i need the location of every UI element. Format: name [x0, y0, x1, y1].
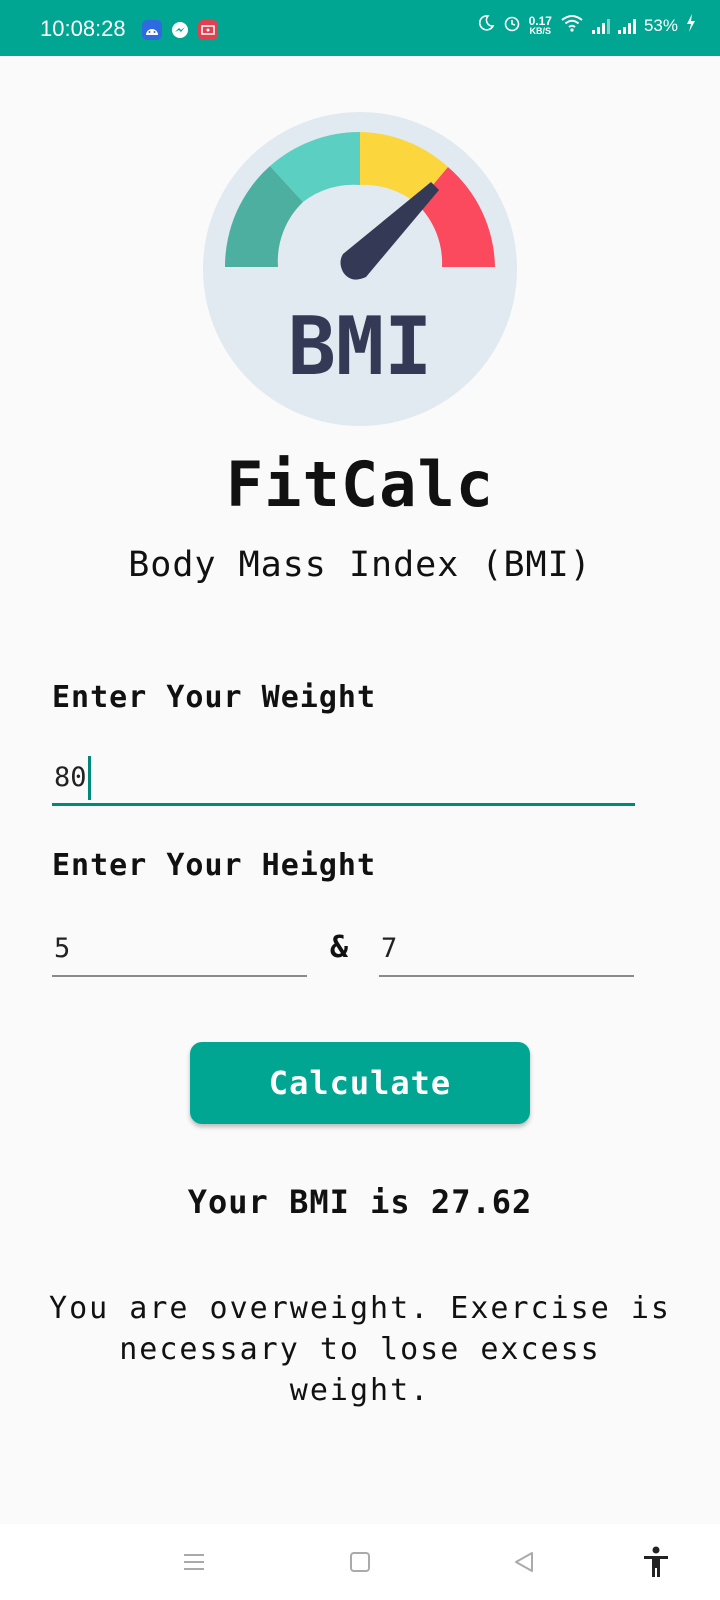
net-speed-value: 0.17 — [528, 13, 552, 28]
accessibility-icon[interactable] — [634, 1524, 678, 1600]
bmi-advice: You are overweight. Exercise is necessar… — [49, 1291, 671, 1408]
alarm-icon — [503, 14, 521, 37]
height-feet-input[interactable]: 5 — [52, 927, 307, 977]
height-feet-value: 5 — [54, 933, 71, 964]
moon-icon — [477, 14, 495, 37]
back-icon[interactable] — [502, 1524, 546, 1600]
net-speed-unit: KB/S — [529, 25, 552, 36]
height-inches-input[interactable]: 7 — [379, 927, 634, 977]
status-bar: 10:08:28 0.17 KB/S 53% — [0, 0, 720, 56]
wifi-icon — [560, 14, 584, 37]
net-speed: 0.17 KB/S — [528, 13, 552, 36]
home-icon[interactable] — [338, 1524, 382, 1600]
calculate-button[interactable]: Calculate — [190, 1042, 530, 1124]
app-subtitle: Body Mass Index (BMI) — [128, 545, 592, 585]
text-cursor — [87, 756, 91, 800]
status-icons: 0.17 KB/S 53% — [477, 14, 696, 37]
status-time: 10:08:28 — [40, 16, 126, 41]
messenger-icon — [170, 20, 190, 40]
bmi-result: Your BMI is 27.62 — [187, 1183, 533, 1221]
bmi-logo-icon: BMI — [203, 112, 517, 426]
screen-record-icon — [198, 20, 218, 40]
notification-icons — [142, 20, 218, 40]
battery-level: 53% — [643, 15, 678, 35]
navigation-bar — [0, 1524, 720, 1600]
signal-icon — [617, 18, 636, 34]
charging-icon — [686, 14, 696, 37]
height-inches-value: 7 — [381, 933, 398, 964]
height-separator: & — [330, 930, 349, 965]
app-title: FitCalc — [225, 448, 495, 521]
height-label: Enter Your Height — [52, 848, 377, 883]
weight-value: 80 — [54, 762, 87, 793]
android-icon — [142, 20, 162, 40]
menu-icon[interactable] — [172, 1524, 216, 1600]
signal-icon — [591, 18, 610, 34]
weight-input[interactable]: 80 — [52, 756, 635, 806]
weight-label: Enter Your Weight — [52, 680, 377, 715]
logo-text: BMI — [288, 300, 433, 393]
